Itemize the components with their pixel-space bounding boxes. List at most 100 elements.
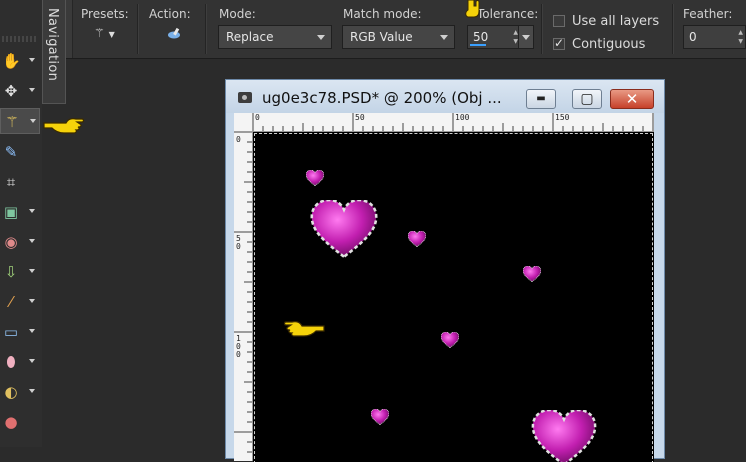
tool-crop[interactable]: ⌗ — [0, 169, 40, 195]
tool-clone[interactable]: ▭ — [0, 319, 40, 345]
match-mode-label: Match mode: — [343, 7, 422, 21]
eye-icon: ◉ — [4, 233, 18, 251]
navigation-palette-tab[interactable]: Navigation — [42, 0, 66, 104]
ruler-corner — [234, 113, 253, 132]
use-all-layers-label: Use all layers — [572, 14, 660, 29]
mode-group: Mode: Replace — [212, 0, 334, 58]
heart-small — [408, 231, 426, 247]
ruler-left-label: 100 — [236, 334, 241, 359]
close-icon: ✕ — [625, 90, 639, 108]
tools-toolbar: ✋ ✥ ⚚ ✎ ⌗ ▣ ◉ ⇩ ⁄ ▭ ⬮ ◐ ● — [0, 0, 42, 447]
chevron-down-icon — [317, 35, 325, 40]
flood-fill-icon: ◐ — [4, 383, 18, 401]
match-mode-select[interactable]: RGB Value — [342, 25, 455, 49]
mode-value: Replace — [226, 30, 274, 44]
feather-value: 0 — [689, 30, 697, 44]
pointing-hand-icon — [283, 321, 325, 337]
chevron-down-icon[interactable] — [29, 329, 35, 333]
ruler-horizontal-ticks — [252, 113, 654, 131]
tool-flood-fill[interactable]: ◐ — [0, 379, 40, 405]
chevron-down-icon[interactable] — [29, 389, 35, 393]
tool-move[interactable]: ✥ — [0, 78, 40, 104]
heart-small — [523, 266, 541, 282]
feather-group: Feather: 0 ▲ ▼ — [678, 0, 746, 58]
ruler-top-label: 100 — [455, 113, 470, 122]
use-all-layers-box[interactable] — [553, 15, 565, 27]
tolerance-input[interactable]: 50 ▲ ▼ — [467, 25, 534, 49]
tool-eraser[interactable]: ⬮ — [0, 349, 40, 375]
minimize-button[interactable]: ▬ — [526, 89, 556, 109]
tool-dropper[interactable]: ✎ — [0, 139, 40, 165]
ruler-top-label: 150 — [555, 113, 570, 122]
tool-warp[interactable]: ● — [0, 409, 40, 435]
clone-icon: ▭ — [3, 323, 19, 341]
mode-select[interactable]: Replace — [218, 25, 332, 49]
magic-wand-icon: ⚚ — [94, 26, 105, 40]
heart-small — [441, 332, 459, 348]
spin-arrows-icon[interactable]: ▲ ▼ — [738, 28, 743, 46]
presets-group: Presets: ⚚ ▼ — [66, 0, 142, 58]
ruler-top-label: 0 — [255, 113, 260, 122]
tool-paint-brush[interactable]: ⁄ — [0, 289, 40, 315]
document-window: ug0e3c78.PSD* @ 200% (Obj ... ▬ ▢ ✕ 0 50… — [225, 79, 665, 462]
action-button[interactable] — [166, 26, 182, 45]
ruler-left-label: 50 — [236, 234, 241, 251]
chevron-down-icon[interactable] — [29, 269, 35, 273]
chevron-down-icon[interactable] — [29, 209, 35, 213]
crop-icon: ⌗ — [6, 173, 16, 191]
chevron-down-icon: ▼ — [108, 30, 115, 39]
toolbar-grip[interactable] — [2, 36, 38, 42]
ruler-vertical-ticks — [234, 131, 252, 453]
match-mode-group: Match mode: RGB Value — [337, 0, 459, 58]
chevron-down-icon[interactable] — [30, 119, 36, 123]
feather-input[interactable]: 0 ▲ ▼ — [683, 25, 746, 49]
eraser-icon: ⬮ — [6, 353, 16, 371]
tool-picture-tube[interactable]: ▣ — [0, 199, 40, 225]
tolerance-value: 50 — [473, 30, 489, 44]
tool-makeover[interactable]: ⇩ — [0, 259, 40, 285]
chevron-down-icon[interactable] — [29, 58, 35, 62]
match-mode-value: RGB Value — [350, 30, 413, 44]
tool-magic-wand[interactable]: ⚚ — [0, 108, 40, 134]
tolerance-dropdown-button[interactable] — [518, 26, 533, 48]
maximize-button[interactable]: ▢ — [572, 89, 602, 109]
image-canvas[interactable] — [253, 132, 654, 462]
chevron-down-icon — [440, 35, 448, 40]
chevron-down-icon[interactable] — [29, 359, 35, 363]
maximize-icon: ▢ — [580, 91, 594, 107]
move-arrows-icon: ✥ — [4, 82, 18, 100]
chevron-down-icon[interactable] — [29, 299, 35, 303]
ruler-left-label: 0 — [236, 135, 241, 144]
pointing-hand-icon — [465, 0, 480, 18]
presets-label: Presets: — [81, 7, 129, 21]
document-title: ug0e3c78.PSD* @ 200% (Obj ... — [262, 89, 502, 107]
close-button[interactable]: ✕ — [610, 89, 654, 109]
makeover-icon: ⇩ — [4, 263, 18, 281]
picture-icon: ▣ — [3, 203, 19, 221]
tool-red-eye[interactable]: ◉ — [0, 229, 40, 255]
contiguous-box[interactable] — [553, 36, 565, 50]
chevron-down-icon[interactable] — [29, 88, 35, 92]
minimize-icon: ▬ — [536, 93, 546, 104]
pointing-hand-icon — [43, 118, 84, 134]
tool-pan[interactable]: ✋ — [0, 48, 40, 74]
ruler-vertical: 0 50 100 — [234, 131, 253, 461]
mode-label: Mode: — [219, 7, 256, 21]
navigation-tab-label: Navigation — [45, 8, 60, 82]
warp-icon: ● — [4, 413, 18, 431]
tool-options-bar: Presets: ⚚ ▼ Action: Mode: Replace Match… — [66, 0, 746, 59]
ruler-top-label: 50 — [355, 113, 365, 122]
heart-small — [306, 170, 324, 186]
heart-small — [371, 409, 389, 425]
action-label: Action: — [149, 7, 191, 21]
heart-large — [531, 410, 597, 462]
chevron-down-icon[interactable] — [29, 239, 35, 243]
document-titlebar[interactable]: ug0e3c78.PSD* @ 200% (Obj ... ▬ ▢ ✕ — [226, 80, 664, 113]
tolerance-slider-fill — [470, 44, 486, 46]
brush-icon: ⁄ — [9, 293, 13, 311]
hand-icon: ✋ — [2, 52, 21, 70]
dropper-icon: ✎ — [4, 143, 18, 161]
presets-button[interactable]: ⚚ ▼ — [94, 26, 115, 40]
contiguous-label: Contiguous — [572, 37, 646, 52]
tolerance-label: Tolerance: — [477, 7, 539, 21]
